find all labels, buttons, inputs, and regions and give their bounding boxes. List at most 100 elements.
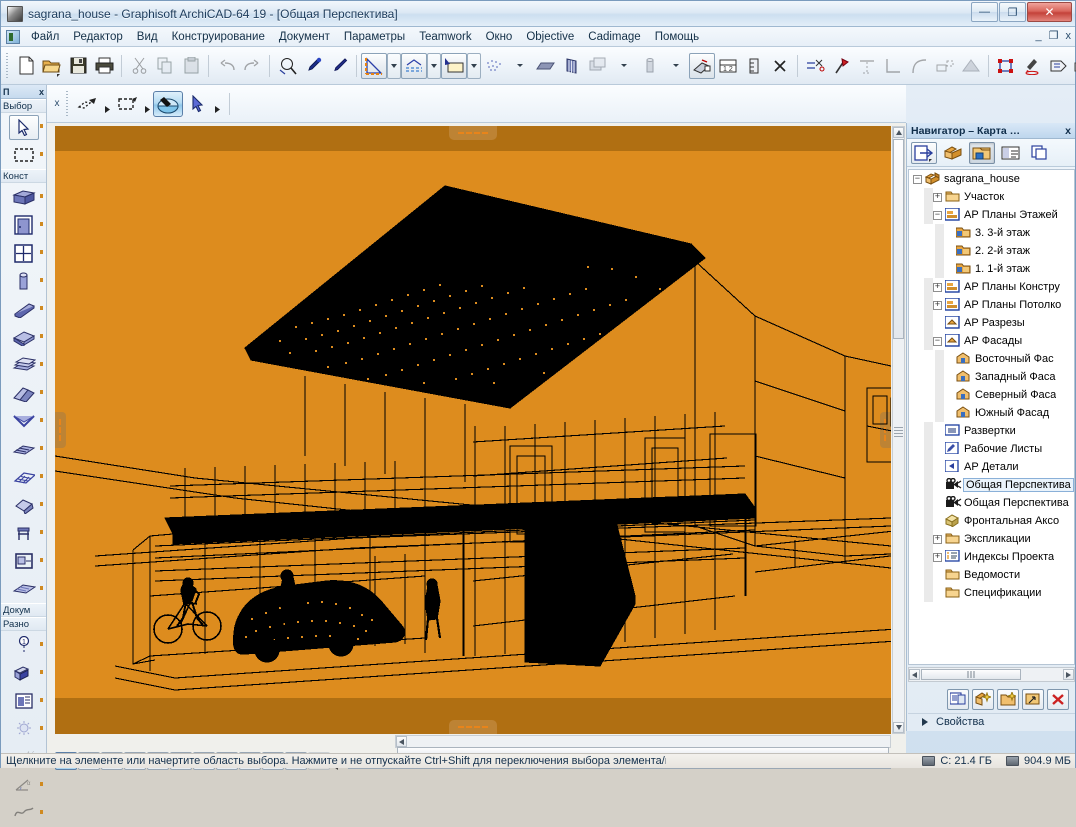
toolbox-item-slab-tool[interactable]: [1, 323, 46, 351]
dimension-button[interactable]: 1 2: [715, 53, 741, 79]
inner-restore-button[interactable]: ❐: [1049, 29, 1059, 42]
tree-expander[interactable]: +: [933, 192, 942, 202]
navigator-tree[interactable]: − sagrana_house + Участок − АР Планы Этажей 3.…: [908, 169, 1075, 665]
find-select-button[interactable]: [274, 53, 300, 79]
viewport-vertical-scrollbar[interactable]: [892, 126, 905, 734]
tree-item[interactable]: Рабочие Листы: [909, 440, 1074, 458]
navigator-scroll-thumb[interactable]: [921, 669, 1021, 680]
tree-item[interactable]: 1. 1-й этаж: [909, 260, 1074, 278]
menu-cadimage[interactable]: Cadimage: [581, 29, 647, 45]
toolbox-item-stair-tool[interactable]: [1, 351, 46, 379]
new-view-button[interactable]: [972, 688, 994, 710]
tree-item[interactable]: Западный Фаса: [909, 368, 1074, 386]
scroll-up-arrow[interactable]: [893, 127, 904, 138]
tree-item[interactable]: Южный Фасад: [909, 404, 1074, 422]
menu-edit[interactable]: Редактор: [66, 29, 130, 45]
toolbox-item-curtain-wall-tool[interactable]: [1, 463, 46, 491]
open-view-button[interactable]: [1022, 688, 1044, 710]
menu-document[interactable]: Документ: [272, 29, 337, 45]
marker-button[interactable]: [1019, 53, 1045, 79]
3d-viewport[interactable]: [55, 126, 891, 734]
viewport-split-handle[interactable]: [894, 427, 903, 437]
tree-item[interactable]: − sagrana_house: [909, 170, 1074, 188]
toolbox-item-column-tool[interactable]: [1, 267, 46, 295]
toolbox-item-arrow-tool[interactable]: [1, 113, 46, 141]
toolbar-grip[interactable]: [65, 90, 70, 117]
properties-expander[interactable]: Свойства: [908, 713, 1075, 730]
tree-item[interactable]: − АР Фасады: [909, 332, 1074, 350]
toolbox-item-section-tool[interactable]: [1, 659, 46, 687]
redo-button[interactable]: [239, 53, 265, 79]
toolbox-item-angle-tool[interactable]: α: [1, 771, 46, 799]
inner-minimize-button[interactable]: _: [1036, 30, 1042, 42]
corner-button[interactable]: [880, 53, 906, 79]
toolbox-item-beam-tool[interactable]: [1, 295, 46, 323]
toolbox-item-morph-tool[interactable]: [1, 491, 46, 519]
units-button[interactable]: [741, 53, 767, 79]
render-button[interactable]: [1071, 53, 1076, 79]
print-button[interactable]: [91, 53, 117, 79]
vertical-scroll-thumb[interactable]: [893, 139, 904, 339]
mesh-points-button[interactable]: [481, 53, 507, 79]
navigator-close-button[interactable]: x: [1065, 125, 1071, 137]
menu-options[interactable]: Параметры: [337, 29, 412, 45]
rect-select-button[interactable]: [113, 91, 143, 117]
tree-item[interactable]: Общая Перспектива: [909, 476, 1074, 494]
toolbar-grip[interactable]: [5, 52, 10, 79]
marquee-tool-button[interactable]: [361, 52, 387, 79]
axe-button[interactable]: [828, 53, 854, 79]
scissors-button[interactable]: [802, 53, 828, 79]
menu-file[interactable]: Файл: [24, 29, 66, 45]
column-button[interactable]: [637, 53, 663, 79]
roof-button[interactable]: [958, 53, 984, 79]
column-dropdown[interactable]: [663, 53, 689, 79]
elevation-tool-button[interactable]: [401, 52, 427, 79]
undo-button[interactable]: [213, 53, 239, 79]
view-map-button[interactable]: [969, 141, 995, 164]
tree-expander[interactable]: −: [933, 210, 942, 220]
marquee-dropdown[interactable]: [387, 52, 401, 79]
tree-item[interactable]: Общая Перспектива: [909, 494, 1074, 512]
tree-expander[interactable]: +: [933, 282, 942, 292]
close-button[interactable]: ✕: [1027, 2, 1072, 22]
copy-button[interactable]: [152, 53, 178, 79]
tree-item[interactable]: Восточный Фас: [909, 350, 1074, 368]
scroll-down-arrow[interactable]: [893, 722, 904, 733]
paste-button[interactable]: [178, 53, 204, 79]
scroll-left-arrow[interactable]: [396, 736, 407, 747]
tree-item[interactable]: + Индексы Проекта: [909, 548, 1074, 566]
cut-button[interactable]: [126, 53, 152, 79]
toolbox-item-roof-tool[interactable]: [1, 379, 46, 407]
tree-expander[interactable]: +: [933, 534, 942, 544]
tree-expander[interactable]: −: [933, 336, 942, 346]
new-folder-button[interactable]: [997, 688, 1019, 710]
eyedropper-button[interactable]: [300, 53, 326, 79]
toolbox-item-elevation-tool[interactable]: [1, 687, 46, 715]
tree-expander[interactable]: +: [933, 300, 942, 310]
toolbox-item-shell-tool[interactable]: [1, 407, 46, 435]
toolbox-item-object-tool[interactable]: [1, 519, 46, 547]
tree-item[interactable]: Ведомости: [909, 566, 1074, 584]
toolbox-item-light-tool[interactable]: [1, 715, 46, 743]
edit-marquee-button[interactable]: [73, 91, 103, 117]
settings-button[interactable]: [947, 688, 969, 710]
open-file-button[interactable]: [39, 53, 65, 79]
save-file-button[interactable]: [65, 53, 91, 79]
delete-view-button[interactable]: [1047, 688, 1069, 710]
elevation-dropdown[interactable]: [427, 52, 441, 79]
fill-paint-button[interactable]: [153, 90, 183, 117]
tree-item[interactable]: Фронтальная Аксо: [909, 512, 1074, 530]
slab-display-button[interactable]: [533, 53, 559, 79]
menu-design[interactable]: Конструирование: [165, 29, 272, 45]
trace-reference-button[interactable]: [689, 52, 715, 79]
layout-book-button[interactable]: [998, 142, 1024, 164]
menu-view[interactable]: Вид: [130, 29, 165, 45]
layer-tool-button[interactable]: [441, 52, 467, 79]
arrow-select-button[interactable]: [183, 91, 213, 117]
scroll-left-arrow[interactable]: [909, 669, 920, 680]
toolbox-item-marquee-tool[interactable]: [1, 141, 46, 169]
mirror-button[interactable]: [854, 53, 880, 79]
maximize-button[interactable]: ❐: [999, 2, 1026, 22]
tree-expander[interactable]: −: [913, 174, 922, 184]
tree-item[interactable]: 2. 2-й этаж: [909, 242, 1074, 260]
